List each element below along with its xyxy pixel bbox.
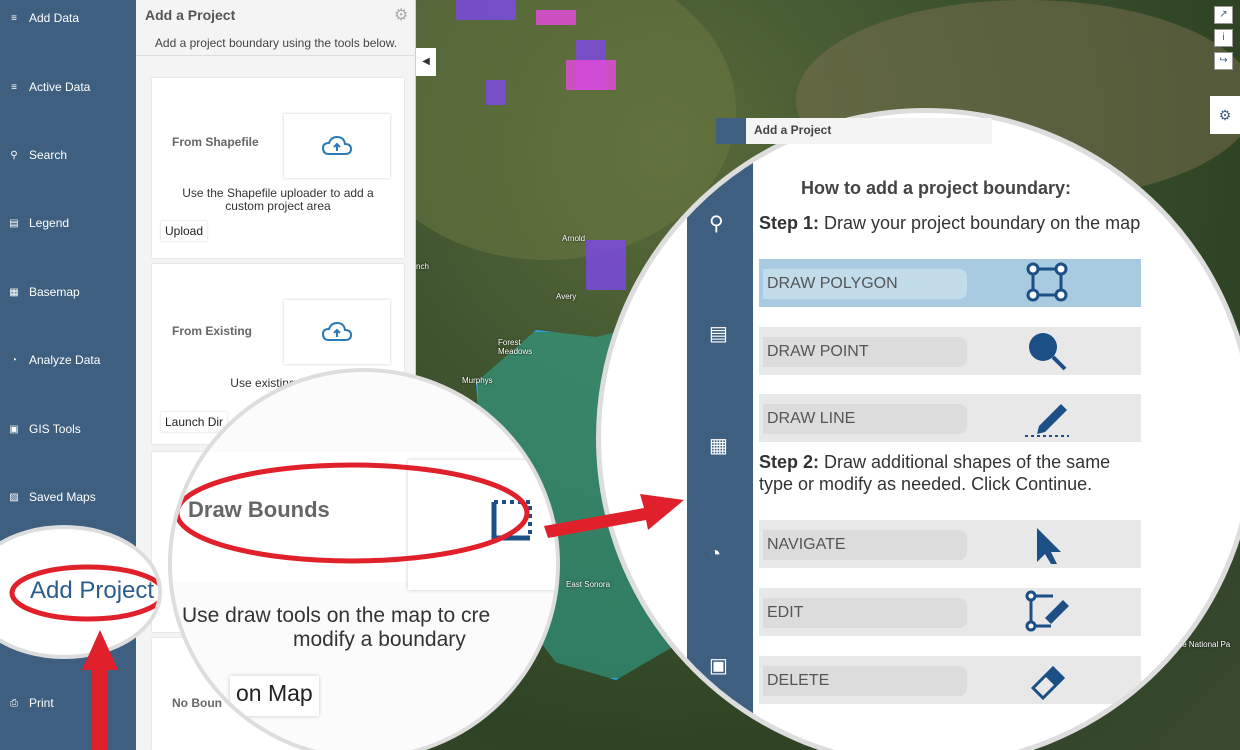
cloud-upload-icon[interactable] xyxy=(284,300,390,364)
arrow-up xyxy=(82,630,118,750)
pencil-line-icon xyxy=(1017,398,1077,438)
upload-button[interactable]: Upload xyxy=(161,221,208,241)
tool-label: NAVIGATE xyxy=(763,530,967,560)
polygon-icon xyxy=(1017,262,1077,303)
divider xyxy=(136,55,416,56)
pie-chart-icon: ◔ xyxy=(709,543,722,565)
toolbox-icon: ▣ xyxy=(709,655,728,677)
cursor-icon xyxy=(1017,524,1077,564)
cloud-upload-icon[interactable] xyxy=(284,114,390,178)
share-icon[interactable]: ↪ xyxy=(1214,52,1233,70)
sidebar-item-label: Search xyxy=(29,148,68,162)
sidebar-item-label: Legend xyxy=(29,216,70,230)
map-label: East Sonora xyxy=(566,580,611,589)
gear-icon[interactable]: ⚙ xyxy=(1210,96,1240,134)
collapse-panel-button[interactable]: ◀ xyxy=(416,48,436,76)
saved-maps-icon: ▨ xyxy=(9,491,19,503)
sidebar-item-basemap[interactable]: ▦ Basemap xyxy=(0,277,136,307)
card-title: From Existing xyxy=(172,324,253,338)
sidebar-item-analyze-data[interactable]: ◔ Analyze Data xyxy=(0,345,136,375)
tool-label: EDIT xyxy=(763,598,967,628)
edit-polygon-icon xyxy=(1017,590,1077,632)
sidebar-item-legend[interactable]: ▤ Legend xyxy=(0,208,136,238)
sidebar-item-label: Active Data xyxy=(29,80,91,94)
print-icon: ⎙ xyxy=(10,697,18,709)
sidebar-zoom: ⚲ ▤ ▦ ◔ ▣ xyxy=(687,113,753,750)
zoom-lens-draw-bounds: Draw Bounds Use draw tools on the map to… xyxy=(168,368,560,750)
sidebar-item-label: Analyze Data xyxy=(29,353,101,367)
data-layer-patch xyxy=(586,240,626,290)
sidebar-item-saved-maps[interactable]: ▨ Saved Maps xyxy=(0,482,136,512)
navigate-button[interactable]: NAVIGATE xyxy=(759,520,1141,568)
toolbox-icon: ▣ xyxy=(9,423,19,435)
draw-line-button[interactable]: DRAW LINE xyxy=(759,394,1141,442)
step-1-text: Step 1: Draw your project boundary on th… xyxy=(759,213,1141,233)
sidebar-item-label: Add Data xyxy=(29,11,80,25)
draw-polygon-button[interactable]: DRAW POLYGON xyxy=(759,259,1141,307)
sidebar-item-add-data[interactable]: ≡ Add Data xyxy=(0,3,136,33)
panel-title: Add a Project xyxy=(145,7,236,23)
map-label: nch xyxy=(416,262,429,271)
sidebar-item-active-data[interactable]: ≡ Active Data xyxy=(0,72,136,102)
grid-icon: ▦ xyxy=(9,286,19,298)
tool-label: DRAW LINE xyxy=(763,404,967,434)
instructions-heading: How to add a project boundary: xyxy=(801,178,1072,198)
data-layer-patch xyxy=(486,80,506,105)
map-icon: ▤ xyxy=(709,323,728,345)
tool-label: DRAW POLYGON xyxy=(763,269,967,299)
collapse-icon[interactable]: ↗ xyxy=(1214,6,1233,24)
point-icon xyxy=(1017,331,1077,371)
map-icon: ▤ xyxy=(9,217,19,229)
panel-subtitle: Add a project boundary using the tools b… xyxy=(154,36,398,50)
info-icon[interactable]: i xyxy=(1214,29,1233,47)
edit-button[interactable]: EDIT xyxy=(759,588,1141,636)
sidebar-item-label: Saved Maps xyxy=(29,490,96,504)
map-label: Arnold xyxy=(562,234,586,243)
data-layer-patch xyxy=(566,60,616,90)
map-label: Forest Meadows xyxy=(498,338,533,356)
card-from-shapefile: From Shapefile Use the Shapefile uploade… xyxy=(152,78,404,258)
pie-chart-icon: ◔ xyxy=(10,354,18,366)
data-layer-patch xyxy=(456,0,516,20)
search-icon: ⚲ xyxy=(709,213,724,235)
sidebar-item-label: Print xyxy=(29,696,54,710)
tool-label: DRAW POINT xyxy=(763,337,967,367)
highlight-ellipse xyxy=(174,462,530,564)
mini-panel-title: Add a Project xyxy=(754,123,832,137)
card-desc: custom project area xyxy=(225,199,331,213)
zoom-lens-draw-tools: ⚲ ▤ ▦ ◔ ▣ How to add a project boundary:… xyxy=(596,108,1240,750)
delete-button[interactable]: DELETE xyxy=(759,656,1141,704)
draw-point-button[interactable]: DRAW POINT xyxy=(759,327,1141,375)
gear-icon[interactable]: ⚙ xyxy=(394,8,410,24)
eraser-icon xyxy=(1017,660,1077,701)
tool-label: DELETE xyxy=(763,666,967,696)
search-icon: ⚲ xyxy=(10,149,18,161)
sidebar-item-label: Basemap xyxy=(29,285,80,299)
map-label: Avery xyxy=(556,292,577,301)
sidebar-item-search[interactable]: ⚲ Search xyxy=(0,140,136,170)
layers-icon xyxy=(716,118,746,144)
sidebar-item-label: GIS Tools xyxy=(29,422,81,436)
sidebar-item-gis-tools[interactable]: ▣ GIS Tools xyxy=(0,414,136,444)
layers-icon: ≡ xyxy=(11,81,17,93)
arrow-right xyxy=(544,494,684,538)
layers-add-icon: ≡ xyxy=(11,12,17,24)
data-layer-patch xyxy=(536,10,576,25)
mini-panel-header: Add a Project xyxy=(716,118,992,144)
step-2-text: Step 2: Draw additional shapes of the sa… xyxy=(759,452,1111,494)
map-label: te National Pa xyxy=(1180,640,1231,649)
card-title: From Shapefile xyxy=(172,135,259,149)
grid-icon: ▦ xyxy=(709,435,728,457)
